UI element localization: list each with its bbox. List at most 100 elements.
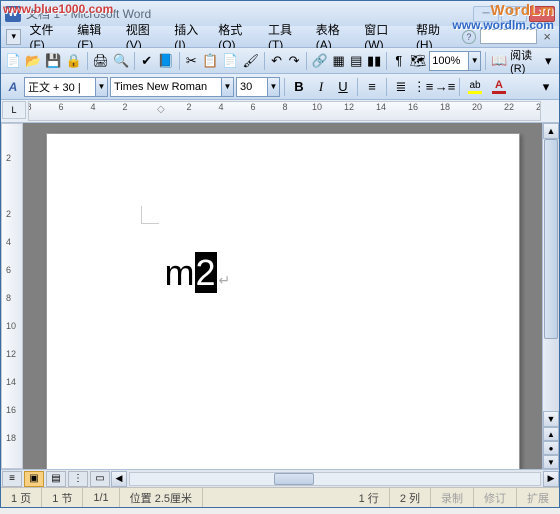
highlight-button[interactable]: ab	[464, 77, 486, 97]
status-record[interactable]: 录制	[431, 488, 474, 507]
bold-button[interactable]: B	[289, 77, 309, 97]
document-text[interactable]: m2↵	[165, 252, 231, 294]
formatting-toolbar: A ▼ ▼ ▼ B I U ≡ ≣ ⋮≡ →≡ ab A ▾	[1, 74, 559, 100]
outline-view-icon[interactable]: ⋮	[68, 471, 88, 487]
indent-icon[interactable]: →≡	[435, 77, 455, 97]
spellcheck-icon[interactable]: ✔	[139, 51, 155, 71]
font-value[interactable]	[111, 78, 221, 96]
paragraph-mark-icon: ↵	[219, 272, 231, 288]
status-position[interactable]: 位置 2.5厘米	[120, 488, 203, 507]
vertical-ruler[interactable]: 224681012141618	[1, 123, 23, 469]
fontsize-combo[interactable]: ▼	[236, 77, 280, 97]
vruler-tick: 10	[6, 321, 16, 331]
separator	[357, 78, 358, 96]
style-value[interactable]	[25, 78, 95, 96]
normal-view-icon[interactable]: ≡	[2, 471, 22, 487]
web-layout-view-icon[interactable]: ▤	[46, 471, 66, 487]
system-menu-icon[interactable]: ▾	[6, 29, 21, 45]
prev-page-icon[interactable]: ▲	[543, 427, 559, 441]
align-justify-icon[interactable]: ≡	[362, 77, 382, 97]
print-layout-view-icon[interactable]: ▣	[24, 471, 44, 487]
browse-object-icon[interactable]: ●	[543, 441, 559, 455]
chevron-down-icon[interactable]: ▼	[468, 52, 480, 70]
status-section[interactable]: 1 节	[42, 488, 83, 507]
print-preview-icon[interactable]: 🔍	[112, 51, 130, 71]
scroll-up-icon[interactable]: ▲	[543, 123, 559, 139]
numbered-list-icon[interactable]: ≣	[391, 77, 411, 97]
permission-icon[interactable]: 🔒	[65, 51, 83, 71]
ruler-tick: 8	[28, 102, 39, 112]
status-page[interactable]: 1 页	[1, 488, 42, 507]
status-extend[interactable]: 扩展	[517, 488, 559, 507]
scroll-down-icon[interactable]: ▼	[543, 411, 559, 427]
chevron-down-icon[interactable]: ▼	[221, 78, 233, 96]
status-pages[interactable]: 1/1	[83, 488, 119, 507]
chevron-down-icon[interactable]: ▼	[95, 78, 107, 96]
doc-map-icon[interactable]: 🗺	[409, 51, 428, 71]
italic-button[interactable]: I	[311, 77, 331, 97]
watermark-wordlm-logo: WordLm	[490, 2, 554, 19]
cut-icon[interactable]: ✂	[183, 51, 199, 71]
vruler-tick: 4	[6, 237, 11, 247]
font-combo[interactable]: ▼	[110, 77, 234, 97]
hyperlink-icon[interactable]: 🔗	[311, 51, 329, 71]
selected-char-2[interactable]: 2	[195, 252, 217, 293]
ruler-tick: 8	[275, 102, 295, 112]
hscroll-thumb[interactable]	[274, 473, 314, 485]
scroll-thumb[interactable]	[544, 139, 558, 339]
indent-marker-icon[interactable]: ◇	[157, 104, 165, 115]
document-page[interactable]: m2↵	[46, 133, 520, 469]
bullet-list-icon[interactable]: ⋮≡	[413, 77, 433, 97]
watermark-wordlm-url: www.wordlm.com	[452, 18, 554, 32]
next-page-icon[interactable]: ▼	[543, 455, 559, 469]
separator	[87, 52, 88, 70]
save-icon[interactable]: 💾	[44, 51, 62, 71]
vertical-scrollbar[interactable]: ▲ ▼ ▲ ● ▼	[542, 123, 559, 469]
paste-icon[interactable]: 📄	[221, 51, 239, 71]
scroll-right-icon[interactable]: ▶	[543, 471, 559, 487]
separator	[306, 52, 307, 70]
new-doc-icon[interactable]: 📄	[4, 51, 22, 71]
tab-selector[interactable]: L	[2, 101, 26, 119]
show-marks-icon[interactable]: ¶	[391, 51, 407, 71]
read-mode-icon[interactable]: 📖	[490, 51, 508, 71]
scroll-track[interactable]	[543, 139, 559, 411]
redo-icon[interactable]: ↷	[286, 51, 302, 71]
print-icon[interactable]: 🖨	[92, 51, 111, 71]
ruler-tick: 4	[83, 102, 103, 112]
hscroll-track[interactable]	[129, 472, 541, 486]
undo-icon[interactable]: ↶	[269, 51, 285, 71]
insert-table-icon[interactable]: ▤	[348, 51, 364, 71]
ruler-tick: 2	[115, 102, 135, 112]
underline-button[interactable]: U	[333, 77, 353, 97]
status-line[interactable]: 1 行	[349, 488, 390, 507]
page-viewport[interactable]: m2↵	[23, 123, 542, 469]
styles-icon[interactable]: A	[4, 78, 22, 96]
zoom-value[interactable]	[430, 52, 468, 70]
copy-icon[interactable]: 📋	[201, 51, 219, 71]
format-painter-icon[interactable]: 🖌	[241, 51, 260, 71]
font-color-button[interactable]: A	[488, 77, 510, 97]
research-icon[interactable]: 📘	[157, 51, 175, 71]
ruler-tick: 18	[435, 102, 455, 112]
style-combo[interactable]: ▼	[24, 77, 108, 97]
reading-view-icon[interactable]: ▭	[90, 471, 110, 487]
toolbar-options-icon[interactable]: ▾	[540, 51, 556, 71]
chevron-down-icon[interactable]: ▼	[267, 78, 279, 96]
columns-icon[interactable]: ▮▮	[366, 51, 382, 71]
ruler-tick: 10	[307, 102, 327, 112]
toolbar-options-icon[interactable]: ▾	[536, 77, 556, 97]
zoom-combo[interactable]: ▼	[429, 51, 481, 71]
read-label[interactable]: 阅读(R)	[510, 47, 538, 75]
char-m[interactable]: m	[165, 252, 195, 293]
tables-borders-icon[interactable]: ▦	[331, 51, 347, 71]
ruler-tick: 4	[211, 102, 231, 112]
fontsize-value[interactable]	[237, 78, 267, 96]
ruler-tick: 6	[243, 102, 263, 112]
open-icon[interactable]: 📂	[24, 51, 42, 71]
horizontal-ruler[interactable]: ◇ 864224681012141618202224	[28, 101, 541, 121]
scroll-left-icon[interactable]: ◀	[111, 471, 127, 487]
status-revision[interactable]: 修订	[474, 488, 517, 507]
status-column[interactable]: 2 列	[390, 488, 431, 507]
vruler-tick: 16	[6, 405, 16, 415]
